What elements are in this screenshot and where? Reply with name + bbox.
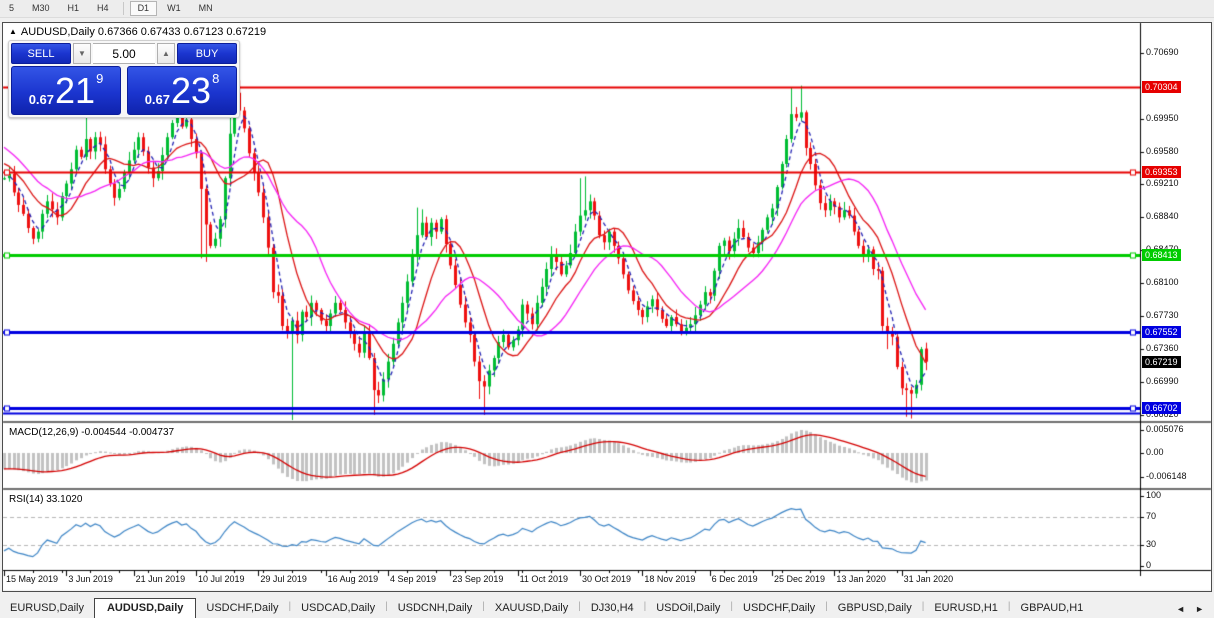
- macd-axis-label: 0.005076: [1146, 424, 1184, 434]
- tab-usdchf-daily[interactable]: USDCHF,Daily: [733, 599, 825, 618]
- price-axis-label: 0.67730: [1146, 310, 1179, 321]
- date-axis-label: 30 Oct 2019: [582, 574, 632, 584]
- price-line-label-chip: 0.66702: [1142, 401, 1181, 414]
- rsi-indicator-label: RSI(14) 33.1020: [9, 494, 83, 505]
- chart-title-text: AUDUSD,Daily 0.67366 0.67433 0.67123 0.6…: [20, 26, 267, 38]
- tab-scroll-right-icon[interactable]: ►: [1195, 604, 1204, 614]
- sell-price-sup: 9: [96, 71, 104, 86]
- price-axis-label: 0.68100: [1146, 277, 1179, 288]
- price-axis-label: 0.69580: [1146, 145, 1179, 156]
- date-axis-label: 23 Sep 2019: [452, 574, 504, 584]
- tab-gbpusd-daily[interactable]: GBPUSD,Daily: [828, 599, 922, 618]
- volume-input[interactable]: 5.00: [93, 43, 155, 64]
- date-axis-label: 18 Nov 2019: [644, 574, 696, 584]
- date-axis-label: 4 Sep 2019: [390, 574, 437, 584]
- date-axis-label: 16 Aug 2019: [327, 574, 379, 584]
- price-axis-label: 0.69210: [1146, 178, 1179, 189]
- sell-button[interactable]: SELL: [11, 43, 71, 64]
- rsi-axis-label: 30: [1146, 539, 1157, 549]
- price-axis-label: 0.69950: [1146, 112, 1179, 123]
- price-line-label-chip: 0.68413: [1142, 249, 1181, 262]
- date-axis-label: 25 Dec 2019: [774, 574, 826, 584]
- buy-price-big: 23: [171, 69, 212, 111]
- tab-usdoil-daily[interactable]: USDOil,Daily: [646, 599, 730, 618]
- tab-xauusd-daily[interactable]: XAUUSD,Daily: [485, 599, 578, 618]
- chart-tab-bar: EURUSD,Daily AUDUSD,Daily USDCHF,Daily | USD…: [0, 596, 1214, 618]
- sell-price-prefix: 0.67: [28, 92, 55, 107]
- date-axis-label: 10 Jul 2019: [198, 574, 245, 584]
- date-axis-label: 31 Jan 2020: [903, 574, 954, 584]
- mt4-window: 5M30H1H4D1W1MN ▲ AUDUSD,Daily 0.67366 0.…: [0, 0, 1214, 618]
- price-axis-label: 0.70690: [1146, 46, 1179, 57]
- buy-button[interactable]: BUY: [177, 43, 237, 64]
- price-line-label-chip: 0.67552: [1142, 326, 1181, 339]
- tab-scroll-arrows: ◄ ►: [1176, 604, 1214, 618]
- date-axis-label: 15 May 2019: [6, 574, 59, 584]
- current-price-chip: 0.67219: [1142, 355, 1181, 368]
- date-axis-label: 21 Jun 2019: [135, 574, 186, 584]
- trade-panel-prices: 0.67 21 9 0.67 23 8: [11, 66, 237, 115]
- collapse-triangle-icon[interactable]: ▲: [9, 28, 17, 36]
- sell-price-button[interactable]: 0.67 21 9: [11, 66, 121, 115]
- tab-gbpaud-h1[interactable]: GBPAUD,H1: [1011, 599, 1094, 618]
- volume-decrease-button[interactable]: ▼: [73, 43, 91, 64]
- tab-usdchf-daily[interactable]: USDCHF,Daily: [196, 599, 288, 618]
- sell-price-big: 21: [55, 69, 96, 111]
- volume-increase-button[interactable]: ▲: [157, 43, 175, 64]
- macd-axis-label: -0.006148: [1146, 471, 1187, 481]
- buy-price-prefix: 0.67: [144, 92, 171, 107]
- trade-panel-controls: SELL ▼ 5.00 ▲ BUY: [11, 43, 237, 64]
- buy-price-button[interactable]: 0.67 23 8: [127, 66, 237, 115]
- chevron-up-icon: ▲: [162, 49, 170, 58]
- macd-indicator-label: MACD(12,26,9) -0.004544 -0.004737: [9, 427, 175, 438]
- date-axis-label: 3 Jun 2019: [68, 574, 113, 584]
- price-line-label-chip: 0.70304: [1142, 81, 1181, 94]
- date-axis-label: 11 Oct 2019: [519, 574, 568, 584]
- chart-title: ▲ AUDUSD,Daily 0.67366 0.67433 0.67123 0…: [9, 26, 266, 38]
- rsi-axis-label: 100: [1146, 490, 1162, 500]
- tab-usdcnh-daily[interactable]: USDCNH,Daily: [388, 599, 483, 618]
- tab-audusd-daily[interactable]: AUDUSD,Daily: [93, 598, 197, 618]
- chevron-down-icon: ▼: [78, 49, 86, 58]
- rsi-axis-label: 70: [1146, 511, 1157, 521]
- price-axis-label: 0.68840: [1146, 211, 1179, 222]
- tab-dj30-h4[interactable]: DJ30,H4: [581, 599, 644, 618]
- price-line-label-chip: 0.69353: [1142, 165, 1181, 178]
- tab-eurusd-h1[interactable]: EURUSD,H1: [924, 599, 1008, 618]
- one-click-trade-panel: SELL ▼ 5.00 ▲ BUY 0.67 21 9 0.67 23 8: [8, 40, 240, 118]
- date-axis-label: 29 Jul 2019: [260, 574, 307, 584]
- tab-usdcad-daily[interactable]: USDCAD,Daily: [291, 599, 385, 618]
- date-axis-label: 13 Jan 2020: [836, 574, 886, 584]
- date-axis-label: 6 Dec 2019: [711, 574, 758, 584]
- tab-eurusd-daily[interactable]: EURUSD,Daily: [0, 599, 94, 618]
- price-axis-label: 0.66990: [1146, 376, 1179, 387]
- buy-price-sup: 8: [212, 71, 220, 86]
- price-axis-label: 0.67360: [1146, 343, 1179, 354]
- rsi-axis-label: 0: [1146, 560, 1152, 570]
- macd-axis-label: 0.00: [1146, 447, 1164, 457]
- tab-scroll-left-icon[interactable]: ◄: [1176, 604, 1185, 614]
